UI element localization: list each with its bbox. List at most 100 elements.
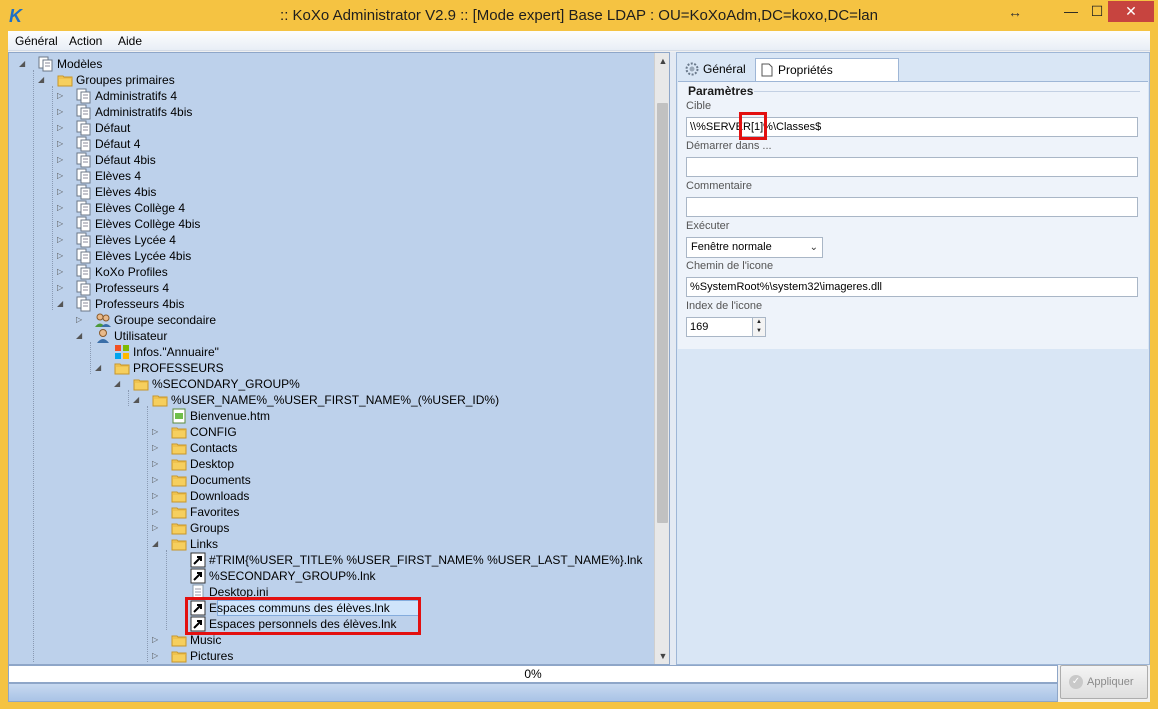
- tree-node[interactable]: ◢ %USER_NAME%_%USER_FIRST_NAME%_(%USER_ID…: [133, 392, 629, 408]
- expand-arrow-icon[interactable]: ▷: [57, 216, 67, 232]
- collapse-arrow-icon[interactable]: ◢: [95, 360, 105, 376]
- minimize-button[interactable]: —: [1058, 1, 1084, 22]
- chemin-icone-field[interactable]: %SystemRoot%\system32\imageres.dll: [686, 277, 1138, 297]
- expand-arrow-icon[interactable]: ▷: [152, 424, 162, 440]
- window-title: :: KoXo Administrator V2.9 :: [Mode expe…: [280, 7, 878, 24]
- tree-node[interactable]: ▷ Groupe secondaire: [76, 312, 629, 328]
- maximize-button[interactable]: ☐: [1084, 1, 1110, 22]
- chevron-down-icon: ⌄: [809, 242, 818, 253]
- index-icone-stepper[interactable]: 169 ▲ ▼: [686, 317, 766, 337]
- group-divider: [754, 91, 1140, 92]
- expand-arrow-icon[interactable]: ▷: [152, 472, 162, 488]
- tree-node[interactable]: ▷ Défaut 4: [57, 136, 629, 152]
- tree-node-label: Desktop: [190, 457, 235, 471]
- expand-arrow-icon[interactable]: ▷: [152, 456, 162, 472]
- tree-node[interactable]: ▷ Administratifs 4bis: [57, 104, 629, 120]
- close-button[interactable]: ✕: [1108, 1, 1154, 22]
- expand-arrow-icon[interactable]: ▷: [57, 104, 67, 120]
- tree-node[interactable]: ▷ Favorites: [152, 504, 629, 520]
- expand-arrow-icon[interactable]: ▷: [152, 632, 162, 648]
- expand-arrow-icon[interactable]: ▷: [152, 504, 162, 520]
- scroll-up-arrow-icon[interactable]: ▲: [655, 53, 669, 69]
- collapse-arrow-icon[interactable]: ◢: [57, 296, 67, 312]
- tree-node[interactable]: ◢ Groupes primaires: [38, 72, 629, 88]
- tree-node[interactable]: ▷ Administratifs 4: [57, 88, 629, 104]
- expand-arrow-icon[interactable]: ▷: [57, 200, 67, 216]
- tree-node[interactable]: ▷ Elèves Lycée 4bis: [57, 248, 629, 264]
- stepper-up-icon[interactable]: ▲: [753, 318, 765, 327]
- tree-node[interactable]: ◢ Professeurs 4bis: [57, 296, 629, 312]
- tree-node[interactable]: ▷ Professeurs 4: [57, 280, 629, 296]
- tree-node[interactable]: %SECONDARY_GROUP%.lnk: [171, 568, 629, 584]
- apply-label: Appliquer: [1087, 676, 1134, 688]
- expand-arrow-icon[interactable]: ▷: [76, 312, 86, 328]
- collapse-arrow-icon[interactable]: ◢: [38, 72, 48, 88]
- tree-node[interactable]: ▷ CONFIG: [152, 424, 629, 440]
- scroll-thumb[interactable]: [657, 103, 668, 523]
- document-icon: [76, 232, 92, 248]
- collapse-arrow-icon[interactable]: ◢: [152, 536, 162, 552]
- menu-aide[interactable]: Aide: [118, 34, 142, 48]
- tree-node[interactable]: ◢ Modèles: [19, 56, 629, 72]
- tree-node[interactable]: ▷ KoXo Profiles: [57, 264, 629, 280]
- tree-node[interactable]: ▷ Elèves Collège 4bis: [57, 216, 629, 232]
- tree-node-label: Défaut: [95, 121, 131, 135]
- executer-select[interactable]: Fenêtre normale ⌄: [686, 237, 823, 258]
- tree-node[interactable]: ▷ Elèves 4: [57, 168, 629, 184]
- expand-arrow-icon[interactable]: ▷: [57, 264, 67, 280]
- tree-node[interactable]: ◢ %SECONDARY_GROUP%: [114, 376, 629, 392]
- tree-node[interactable]: ▷ Elèves 4bis: [57, 184, 629, 200]
- collapse-arrow-icon[interactable]: ◢: [114, 376, 124, 392]
- commentaire-field[interactable]: [686, 197, 1138, 217]
- expand-arrow-icon[interactable]: ▷: [57, 88, 67, 104]
- demarrer-field[interactable]: [686, 157, 1138, 177]
- expand-arrow-icon[interactable]: ▷: [57, 152, 67, 168]
- tree-node[interactable]: ▷ Downloads: [152, 488, 629, 504]
- tree-node[interactable]: ▷ Groups: [152, 520, 629, 536]
- tree-node[interactable]: Bienvenue.htm: [152, 408, 629, 424]
- tree-node[interactable]: ▷ Pictures: [152, 648, 629, 664]
- tree-node[interactable]: ▷ Desktop: [152, 456, 629, 472]
- menu-general[interactable]: Général: [15, 34, 58, 48]
- tree-node[interactable]: Infos."Annuaire": [95, 344, 629, 360]
- expand-arrow-icon[interactable]: ▷: [57, 184, 67, 200]
- tree-scrollbar[interactable]: ▲ ▼: [654, 53, 669, 664]
- tree-node[interactable]: ◢ Links: [152, 536, 629, 552]
- tree-node[interactable]: ▷ Elèves Lycée 4: [57, 232, 629, 248]
- expand-arrow-icon[interactable]: ▷: [57, 120, 67, 136]
- scroll-down-arrow-icon[interactable]: ▼: [655, 648, 669, 664]
- expand-arrow-icon[interactable]: ▷: [57, 232, 67, 248]
- stepper-down-icon[interactable]: ▼: [753, 327, 765, 336]
- tree-node[interactable]: ▷ Contacts: [152, 440, 629, 456]
- document-icon: [76, 296, 92, 312]
- menu-action[interactable]: Action: [69, 34, 102, 48]
- tree-node[interactable]: ◢ Utilisateur: [76, 328, 629, 344]
- expand-arrow-icon[interactable]: ▷: [152, 520, 162, 536]
- folder-icon: [114, 360, 130, 376]
- tree-node[interactable]: ▷ Documents: [152, 472, 629, 488]
- collapse-arrow-icon[interactable]: ◢: [76, 328, 86, 344]
- expand-arrow-icon[interactable]: ▷: [57, 168, 67, 184]
- expand-arrow-icon[interactable]: ▷: [57, 248, 67, 264]
- tab-shortcut-properties[interactable]: Propriétés duraccourci: [755, 58, 899, 99]
- tree-node[interactable]: ▷ Défaut 4bis: [57, 152, 629, 168]
- tree-guide-line: [128, 390, 129, 406]
- title-bar[interactable]: K :: KoXo Administrator V2.9 :: [Mode ex…: [0, 0, 1158, 31]
- collapse-arrow-icon[interactable]: ◢: [133, 392, 143, 408]
- tree-node[interactable]: ◢ PROFESSEURS: [95, 360, 629, 376]
- expand-arrow-icon[interactable]: ▷: [152, 648, 162, 664]
- expand-arrow-icon[interactable]: ▷: [57, 136, 67, 152]
- collapse-arrow-icon[interactable]: ◢: [19, 56, 29, 72]
- folder-open-icon: [57, 72, 73, 88]
- cible-label: Cible: [686, 100, 712, 112]
- template-tree[interactable]: ▲ ▼ ◢ Modèles ◢ Groupes primaires ▷ Administr…: [8, 52, 670, 665]
- apply-button[interactable]: ✓ Appliquer: [1060, 665, 1148, 699]
- expand-arrow-icon[interactable]: ▷: [57, 280, 67, 296]
- folder-icon: [152, 392, 168, 408]
- tree-node[interactable]: ▷ Elèves Collège 4: [57, 200, 629, 216]
- tab-general[interactable]: Général: [681, 58, 751, 81]
- expand-arrow-icon[interactable]: ▷: [152, 440, 162, 456]
- tree-node[interactable]: #TRIM{%USER_TITLE% %USER_FIRST_NAME% %US…: [171, 552, 642, 568]
- tree-node[interactable]: ▷ Défaut: [57, 120, 629, 136]
- expand-arrow-icon[interactable]: ▷: [152, 488, 162, 504]
